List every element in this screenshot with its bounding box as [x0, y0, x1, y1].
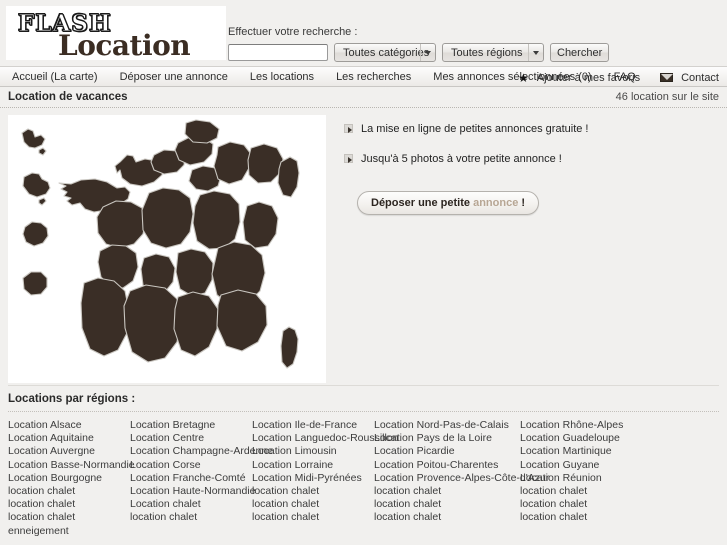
- footer-column-5: Location Rhône-Alpes Location Guadeloupe…: [520, 419, 642, 538]
- star-icon: ★: [517, 70, 529, 85]
- footer-link[interactable]: Location Bretagne: [130, 419, 252, 432]
- footer-link[interactable]: location chalet: [374, 511, 520, 524]
- listing-count: 46 location sur le site: [615, 91, 719, 103]
- site-logo[interactable]: FLASH Location: [6, 6, 226, 60]
- category-select[interactable]: Toutes catégories: [334, 43, 436, 62]
- footer-link[interactable]: location chalet: [252, 511, 374, 524]
- nav-item-contact[interactable]: Contact: [681, 72, 719, 84]
- footer-link[interactable]: location chalet: [252, 485, 374, 498]
- footer-link[interactable]: Location Limousin: [252, 445, 374, 458]
- page-subheader: Location de vacances 46 location sur le …: [0, 87, 727, 108]
- footer-link[interactable]: location chalet: [520, 511, 642, 524]
- footer-link[interactable]: Location Auvergne: [8, 445, 130, 458]
- footer-link[interactable]: location chalet: [252, 498, 374, 511]
- france-regions-map[interactable]: [8, 115, 326, 383]
- deposer-button-label-soft: annonce: [473, 197, 519, 209]
- region-select-value: Toutes régions: [451, 46, 523, 59]
- page-title: Location de vacances: [8, 91, 128, 103]
- promo-text-2: Jusqu'à 5 photos à votre petite annonce …: [361, 153, 562, 165]
- footer-link[interactable]: location chalet: [374, 485, 520, 498]
- footer-link[interactable]: Location Basse-Normandie: [8, 459, 135, 472]
- promo-line-2: Jusqu'à 5 photos à votre petite annonce …: [344, 153, 719, 165]
- main-navigation: Accueil (La carte) Déposer une annonce L…: [0, 66, 727, 87]
- footer-link[interactable]: Location Martinique: [520, 445, 642, 458]
- footer-link[interactable]: Location Poitou-Charentes: [374, 459, 520, 472]
- nav-item-les-recherches[interactable]: Les recherches: [336, 71, 411, 83]
- footer-link[interactable]: location chalet: [374, 498, 520, 511]
- footer-regions: Locations par régions : Location Alsace …: [0, 385, 727, 538]
- footer-link[interactable]: location chalet: [8, 485, 130, 498]
- arrow-bullet-icon: [344, 124, 353, 133]
- footer-link[interactable]: Location Rhône-Alpes: [520, 419, 642, 432]
- footer-link[interactable]: Location Provence-Alpes-Côte-d'Azur: [374, 472, 549, 485]
- footer-link[interactable]: Location Lorraine: [252, 459, 374, 472]
- footer-link[interactable]: Location Centre: [130, 432, 252, 445]
- footer-link[interactable]: Location Réunion: [520, 472, 642, 485]
- footer-link[interactable]: Location chalet: [130, 498, 252, 511]
- footer-link[interactable]: location chalet: [8, 511, 130, 524]
- footer-link[interactable]: location chalet: [520, 485, 642, 498]
- logo-location-text: Location: [58, 29, 191, 60]
- chevron-down-icon[interactable]: [528, 44, 543, 61]
- deposer-button-label-main: Déposer une petite: [371, 197, 471, 209]
- site-header: FLASH Location Effectuer votre recherche…: [0, 0, 727, 66]
- footer-link[interactable]: Location Haute-Normandie: [130, 485, 256, 498]
- deposer-annonce-button[interactable]: Déposer une petite annonce !: [357, 191, 540, 215]
- arrow-bullet-icon: [344, 154, 353, 163]
- search-area: Effectuer votre recherche : Toutes catég…: [228, 26, 610, 62]
- footer-link[interactable]: Location Corse: [130, 459, 252, 472]
- nav-item-ajouter-favoris[interactable]: Ajouter à mes favoris: [537, 72, 640, 84]
- footer-link[interactable]: Location Picardie: [374, 445, 520, 458]
- footer-title: Locations par régions :: [8, 393, 719, 412]
- promo-text-1: La mise en ligne de petites annonces gra…: [361, 123, 589, 135]
- footer-link[interactable]: Location Languedoc-Roussillon: [252, 432, 399, 445]
- footer-link[interactable]: Location Midi-Pyrénées: [252, 472, 374, 485]
- main-content: La mise en ligne de petites annonces gra…: [0, 108, 727, 383]
- chevron-down-icon[interactable]: [420, 44, 435, 61]
- page-root: FLASH Location Effectuer votre recherche…: [0, 0, 727, 545]
- nav-item-les-locations[interactable]: Les locations: [250, 71, 314, 83]
- promo-line-1: La mise en ligne de petites annonces gra…: [344, 123, 719, 135]
- footer-column-2: Location Bretagne Location Centre Locati…: [130, 419, 273, 538]
- footer-link[interactable]: Location Aquitaine: [8, 432, 130, 445]
- envelope-icon: [660, 73, 674, 82]
- footer-columns: Location Alsace Location Aquitaine Locat…: [8, 419, 719, 538]
- region-select[interactable]: Toutes régions: [442, 43, 544, 62]
- footer-link[interactable]: Location Guyane: [520, 459, 642, 472]
- footer-link[interactable]: Location Alsace: [8, 419, 130, 432]
- footer-link[interactable]: location chalet: [520, 498, 642, 511]
- footer-link[interactable]: location chalet: [8, 498, 130, 511]
- footer-link[interactable]: enneigement: [8, 525, 130, 538]
- footer-column-3: Location Ile-de-France Location Languedo…: [252, 419, 399, 538]
- footer-link[interactable]: Location Ile-de-France: [252, 419, 374, 432]
- nav-right-group: ★ Ajouter à mes favoris Contact: [508, 67, 719, 86]
- search-label: Effectuer votre recherche :: [228, 26, 358, 38]
- footer-link[interactable]: Location Champagne-Ardenne: [130, 445, 273, 458]
- footer-link[interactable]: Location Guadeloupe: [520, 432, 642, 445]
- footer-column-4: Location Nord-Pas-de-Calais Location Pay…: [374, 419, 549, 538]
- category-select-value: Toutes catégories: [343, 46, 430, 59]
- footer-column-1: Location Alsace Location Aquitaine Locat…: [8, 419, 135, 538]
- promo-panel: La mise en ligne de petites annonces gra…: [326, 115, 719, 215]
- search-row: Toutes catégories Toutes régions Cherche…: [228, 43, 610, 62]
- footer-link[interactable]: Location Franche-Comté: [130, 472, 252, 485]
- search-submit-button[interactable]: Chercher: [550, 43, 610, 62]
- footer-divider: [8, 385, 719, 386]
- footer-link[interactable]: Location Nord-Pas-de-Calais: [374, 419, 520, 432]
- france-map-panel[interactable]: [8, 115, 326, 383]
- nav-item-accueil[interactable]: Accueil (La carte): [12, 71, 98, 83]
- search-input[interactable]: [228, 44, 328, 61]
- deposer-button-label-bang: !: [521, 197, 526, 209]
- footer-link[interactable]: Location Bourgogne: [8, 472, 130, 485]
- footer-link[interactable]: Location Pays de la Loire: [374, 432, 520, 445]
- nav-item-deposer-annonce[interactable]: Déposer une annonce: [120, 71, 228, 83]
- footer-link[interactable]: location chalet: [130, 511, 252, 524]
